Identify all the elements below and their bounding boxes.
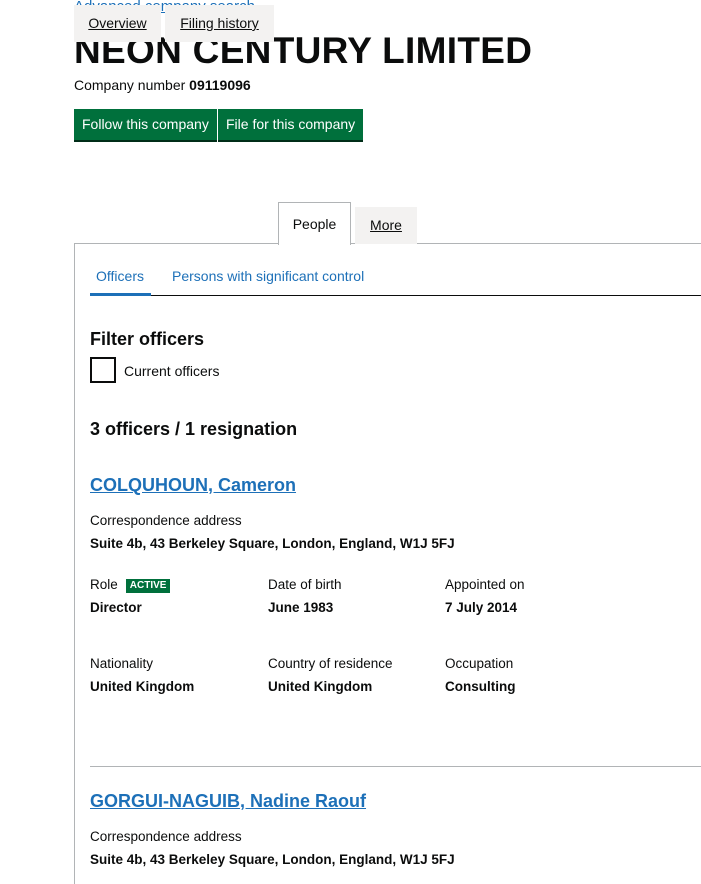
subtab-active-indicator [90,293,151,296]
tab-people[interactable]: People [278,202,351,245]
tab-filing-history[interactable]: Filing history [165,5,274,42]
nationality-value: United Kingdom [90,679,195,694]
role-label-row: Role ACTIVE [90,577,171,593]
residence-value: United Kingdom [268,679,373,694]
subtab-officers[interactable]: Officers [96,268,144,284]
officer-name-link[interactable]: COLQUHOUN, Cameron [90,475,296,496]
subtab-divider [90,295,701,296]
company-number-row: Company number 09119096 [74,77,251,93]
dob-value: June 1983 [268,600,334,615]
filter-heading: Filter officers [90,329,205,349]
address-value: Suite 4b, 43 Berkeley Square, London, En… [90,536,455,551]
officer-name-link[interactable]: GORGUI-NAGUIB, Nadine Raouf [90,791,366,812]
nationality-label: Nationality [90,656,154,671]
dob-label: Date of birth [268,577,342,592]
role-value: Director [90,600,142,615]
address-value: Suite 4b, 43 Berkeley Square, London, En… [90,852,455,867]
officers-count-heading: 3 officers / 1 resignation [90,419,298,439]
company-number-label: Company number [74,77,186,93]
tab-more[interactable]: More [355,207,417,244]
appointed-label: Appointed on [445,577,525,592]
company-number: 09119096 [189,77,251,93]
occupation-label: Occupation [445,656,514,671]
occupation-value: Consulting [445,679,516,694]
address-label: Correspondence address [90,829,242,844]
current-officers-label[interactable]: Current officers [124,363,219,379]
address-label: Correspondence address [90,513,242,528]
current-officers-checkbox[interactable] [90,357,116,383]
subtab-psc[interactable]: Persons with significant control [172,268,364,284]
appointed-value: 7 July 2014 [445,600,518,615]
file-for-company-button[interactable]: File for this company [218,109,364,140]
role-label: Role [90,577,118,592]
status-badge: ACTIVE [125,579,171,593]
tab-overview[interactable]: Overview [74,5,161,42]
follow-company-button[interactable]: Follow this company [74,109,217,140]
residence-label: Country of residence [268,656,393,671]
officer-divider [90,766,701,767]
